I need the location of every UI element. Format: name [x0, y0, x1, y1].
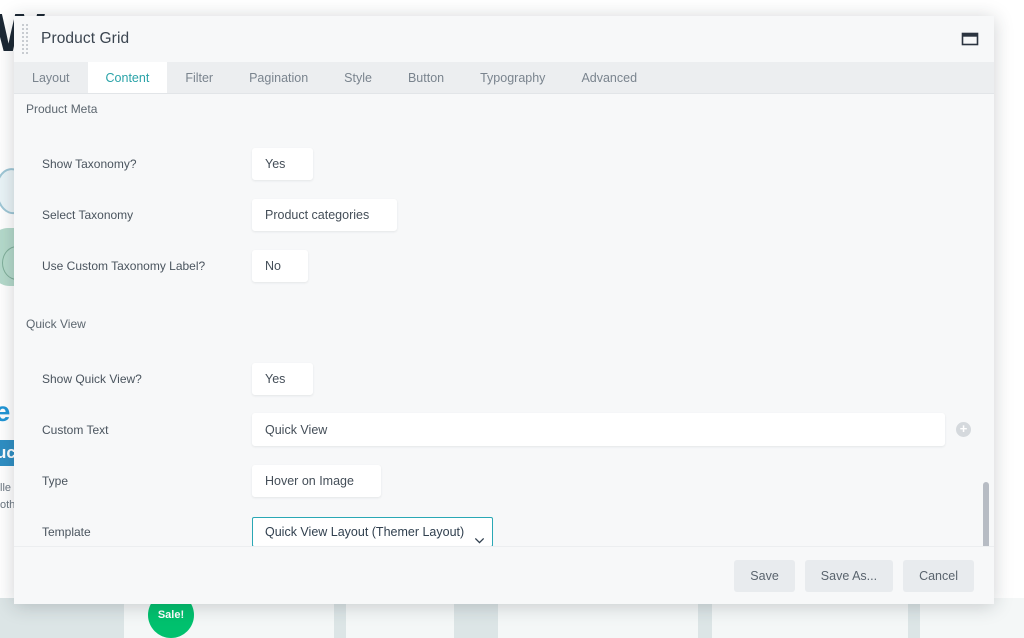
settings-scroll-area: Product Meta Show Taxonomy? Yes Select T…: [14, 94, 994, 546]
drag-handle-icon[interactable]: [14, 16, 36, 62]
row-select-taxonomy: Select Taxonomy Product categories: [14, 189, 994, 240]
select-use-custom-taxonomy-label[interactable]: No: [252, 249, 308, 282]
tab-advanced[interactable]: Advanced: [563, 62, 655, 93]
label-show-taxonomy: Show Taxonomy?: [42, 156, 137, 171]
row-use-custom-taxonomy-label: Use Custom Taxonomy Label? No: [14, 240, 994, 291]
dynamic-tags-plus-icon[interactable]: +: [956, 422, 971, 437]
label-custom-text: Custom Text: [42, 422, 109, 437]
background-product-card-5: [920, 598, 1024, 638]
tab-layout[interactable]: Layout: [14, 62, 88, 93]
label-use-custom-taxonomy-label: Use Custom Taxonomy Label?: [42, 258, 206, 273]
section-heading-quick-view: Quick View: [26, 317, 86, 331]
input-custom-text[interactable]: [252, 413, 945, 446]
background-product-card-4: [712, 598, 908, 638]
background-product-card-2: [346, 598, 454, 638]
row-show-taxonomy: Show Taxonomy? Yes: [14, 138, 994, 189]
save-as-button[interactable]: Save As...: [804, 559, 894, 592]
background-body-line-1: lle: [0, 482, 12, 494]
scrollbar-track[interactable]: [982, 94, 991, 546]
label-show-quick-view: Show Quick View?: [42, 371, 142, 386]
cancel-button[interactable]: Cancel: [903, 559, 974, 592]
background-heading-fragment: le: [0, 396, 10, 427]
row-template: Template Quick View Layout (Themer Layou…: [14, 506, 994, 546]
select-show-quick-view[interactable]: Yes: [252, 362, 313, 395]
background-product-card-3: [498, 598, 698, 638]
scrollbar-thumb[interactable]: [983, 482, 989, 546]
product-grid-settings-modal: Product Grid Layout Content Filter Pagin…: [14, 16, 994, 604]
row-type: Type Hover on Image: [14, 455, 994, 506]
label-type: Type: [42, 473, 69, 488]
template-select-group: Quick View Layout (Themer Layout) Defaul…: [252, 516, 493, 546]
label-select-taxonomy: Select Taxonomy: [42, 207, 134, 222]
tab-content[interactable]: Content: [87, 62, 168, 93]
background-body-line-2: oth: [0, 499, 16, 511]
tab-pagination[interactable]: Pagination: [231, 62, 326, 93]
select-template[interactable]: Quick View Layout (Themer Layout): [252, 516, 493, 546]
save-button[interactable]: Save: [734, 559, 795, 592]
select-type[interactable]: Hover on Image: [252, 464, 381, 497]
tab-style[interactable]: Style: [326, 62, 390, 93]
tab-button[interactable]: Button: [390, 62, 462, 93]
row-custom-text: Custom Text +: [14, 404, 994, 455]
select-taxonomy[interactable]: Product categories: [252, 198, 397, 231]
tab-filter[interactable]: Filter: [167, 62, 231, 93]
modal-header: Product Grid: [14, 16, 994, 62]
label-template: Template: [42, 524, 91, 539]
row-show-quick-view: Show Quick View? Yes: [14, 353, 994, 404]
select-show-taxonomy[interactable]: Yes: [252, 147, 313, 180]
tab-typography[interactable]: Typography: [462, 62, 563, 93]
section-heading-product-meta: Product Meta: [26, 102, 98, 116]
settings-tab-bar: Layout Content Filter Pagination Style B…: [14, 62, 994, 94]
window-restore-icon[interactable]: [960, 31, 980, 47]
modal-title: Product Grid: [41, 30, 130, 47]
modal-footer: Save Save As... Cancel: [14, 546, 994, 604]
background-body-text: lle oth: [0, 480, 15, 514]
